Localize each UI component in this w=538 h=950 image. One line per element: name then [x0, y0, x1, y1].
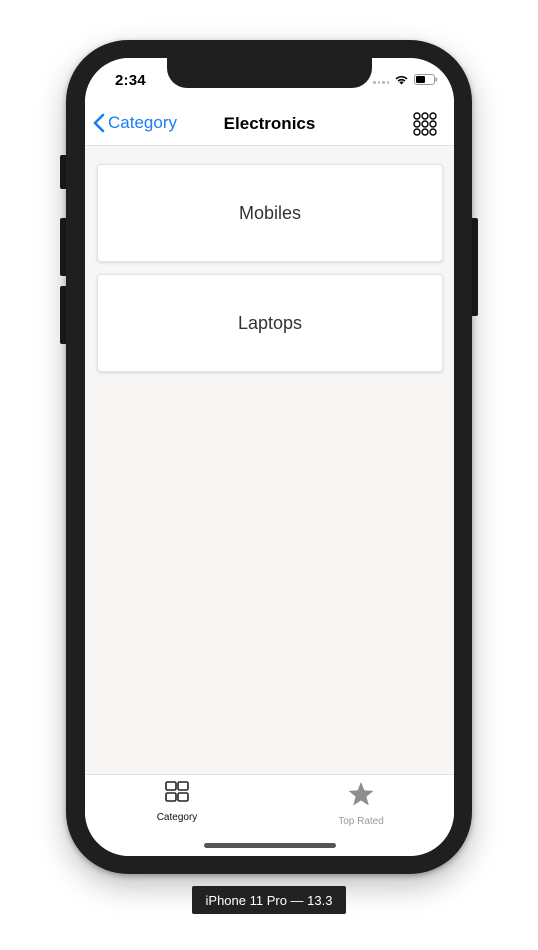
category-card-mobiles[interactable]: Mobiles — [97, 164, 443, 262]
star-icon — [348, 782, 374, 806]
navigation-bar: Category Electronics — [85, 102, 454, 146]
grid-dots-icon — [413, 112, 437, 136]
page-title: Electronics — [223, 114, 316, 133]
status-time: 2:34 — [115, 72, 146, 89]
grid-menu-button[interactable] — [412, 111, 438, 137]
status-icons — [373, 74, 438, 85]
home-indicator[interactable] — [204, 843, 336, 848]
notch — [167, 58, 372, 88]
tab-category[interactable]: Category — [117, 781, 237, 823]
simulator-stage: 2:34 Category Electronics Mobiles Laptop… — [0, 0, 538, 950]
simulator-device-label: iPhone 11 Pro — 13.3 — [192, 886, 346, 914]
tab-category-label: Category — [156, 812, 198, 823]
battery-icon — [414, 74, 438, 85]
card-label: Mobiles — [238, 202, 302, 223]
tab-top-rated-label: Top Rated — [338, 816, 384, 827]
category-card-laptops[interactable]: Laptops — [97, 274, 443, 372]
phone-screen: 2:34 Category Electronics Mobiles Laptop… — [85, 58, 454, 856]
grid-squares-icon — [165, 781, 189, 802]
cellular-signal-icon — [373, 76, 389, 84]
tab-top-rated[interactable]: Top Rated — [301, 781, 421, 827]
card-label: Laptops — [237, 312, 303, 333]
wifi-icon — [395, 75, 408, 85]
